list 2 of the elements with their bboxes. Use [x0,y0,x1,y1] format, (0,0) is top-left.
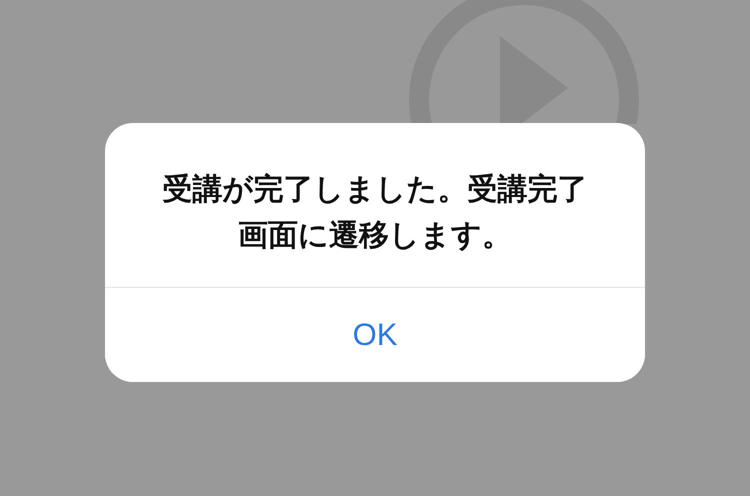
alert-message: 受講が完了しました。受講完了画面に遷移します。 [162,170,588,254]
play-icon [409,0,639,124]
